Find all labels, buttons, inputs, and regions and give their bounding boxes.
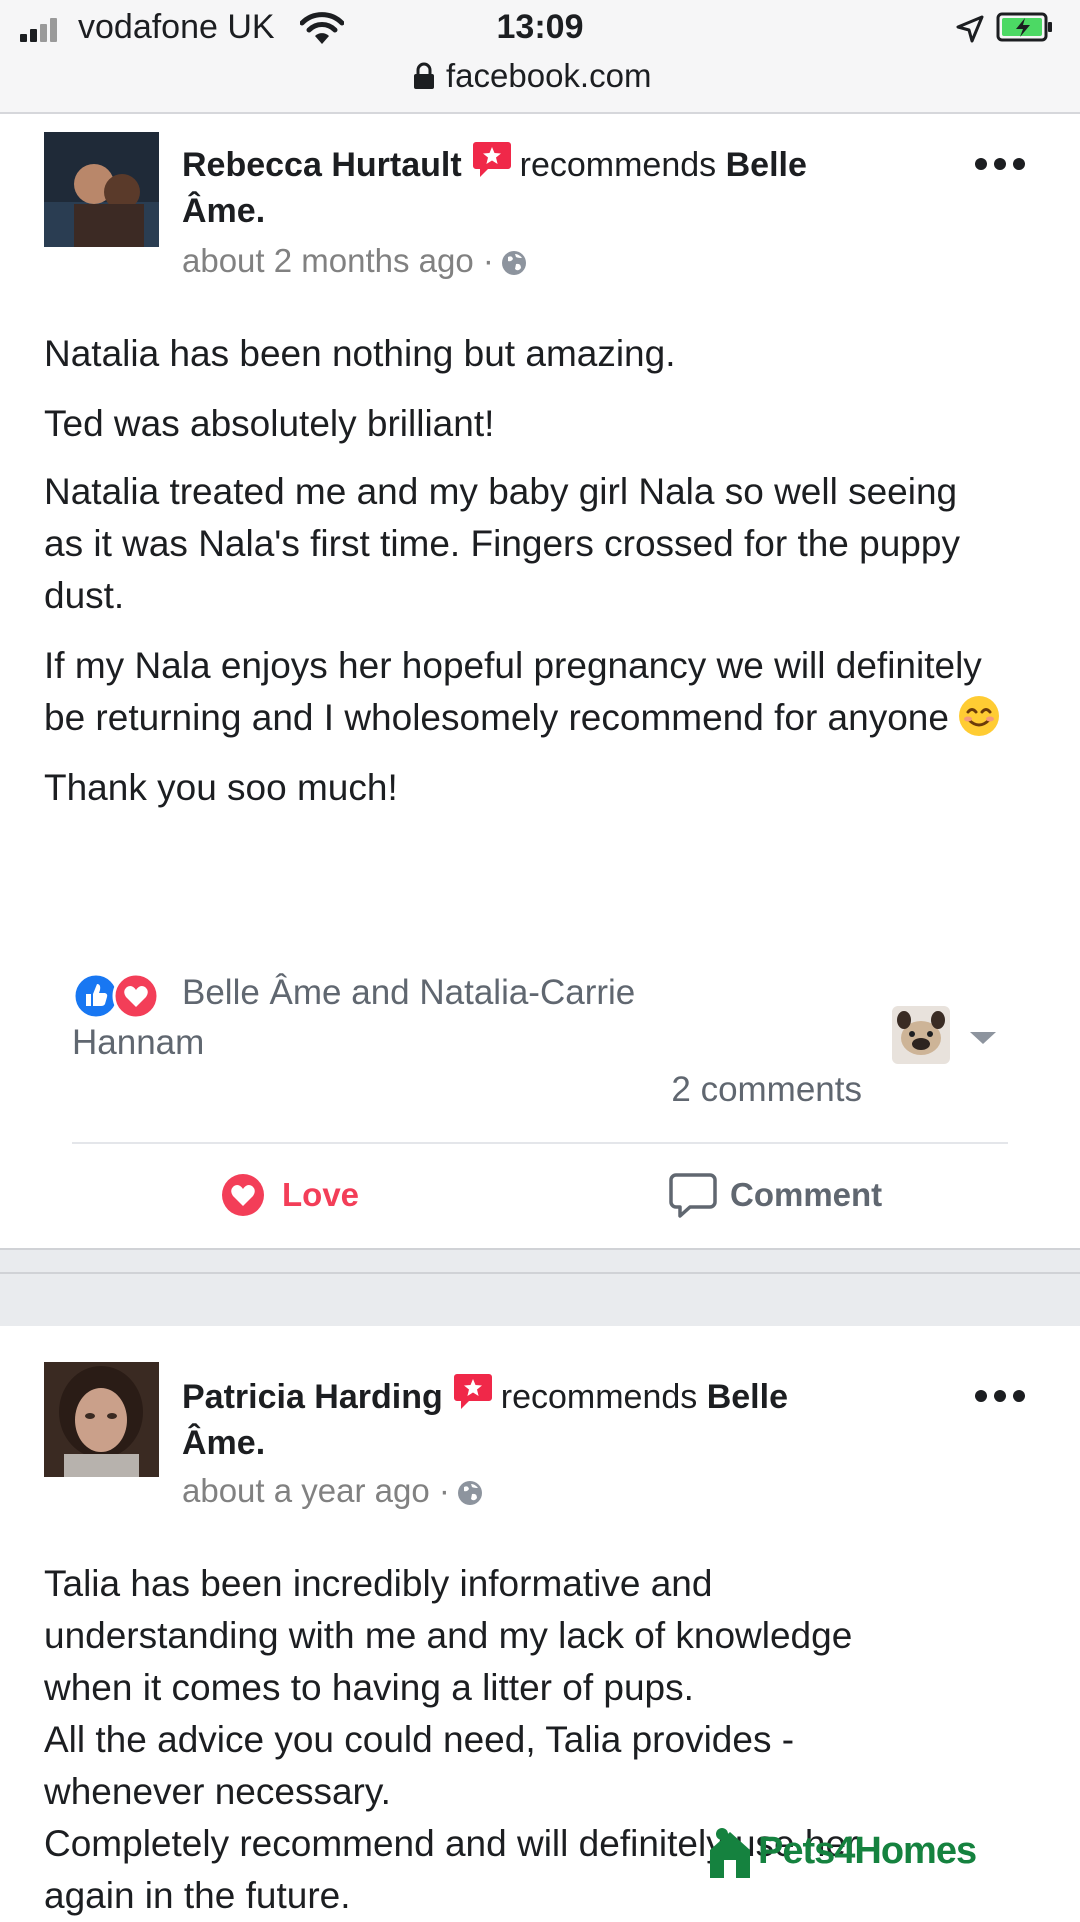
paragraph: If my Nala enjoys her hopeful pregnancy … <box>44 640 1014 744</box>
reactions-names[interactable]: Belle Âme and Natalia-Carrie <box>182 968 882 1018</box>
watermark-logo: Pets4Homes <box>706 1826 1026 1886</box>
comment-label: Comment <box>730 1176 883 1213</box>
comment-icon <box>669 1173 717 1218</box>
smiling-face-emoji-icon <box>958 696 999 736</box>
comments-count[interactable]: 2 comments <box>671 1070 862 1110</box>
paragraph-text: If my Nala enjoys her hopeful pregnancy … <box>44 645 982 738</box>
location-arrow-icon <box>956 15 984 43</box>
clock: 13:09 <box>496 8 584 46</box>
post-body: Natalia has been nothing but amazing. Te… <box>44 328 1034 832</box>
love-label: Love <box>282 1176 360 1213</box>
battery-charging-icon <box>996 12 1052 42</box>
reactions-names-cont[interactable]: Hannam <box>72 1018 204 1068</box>
like-love-reaction-icons <box>72 972 160 1020</box>
chevron-down-icon[interactable] <box>970 1032 996 1044</box>
page-name[interactable]: Belle <box>707 1378 788 1416</box>
text-line: All the advice you could need, Talia pro… <box>44 1719 795 1760</box>
paragraph: Natalia has been nothing but amazing. <box>44 333 676 374</box>
post-time[interactable]: about a year ago · <box>182 1472 450 1509</box>
paragraph: Thank you soo much! <box>44 767 398 808</box>
reactor-avatar[interactable] <box>892 1006 950 1064</box>
recommendation-icon <box>453 1372 493 1410</box>
paragraph: Natalia treated me and my baby girl Nala… <box>44 471 960 616</box>
divider <box>72 1142 1008 1144</box>
post-header: Patricia Harding recommends Belle Âme. <box>182 1372 962 1466</box>
globe-icon <box>501 251 526 275</box>
avatar[interactable] <box>44 1362 159 1477</box>
watermark-text: Pets4Homes <box>758 1830 977 1872</box>
status-bar: vodafone UK 13:09 facebook.com <box>0 0 1080 114</box>
recommendation-icon <box>472 140 512 178</box>
page-name[interactable]: Belle <box>726 146 807 184</box>
avatar[interactable] <box>44 132 159 247</box>
more-options-icon[interactable] <box>975 1390 1027 1406</box>
url-bar[interactable]: facebook.com <box>446 57 651 95</box>
verb: recommends <box>500 1378 698 1416</box>
author-name[interactable]: Patricia Harding <box>182 1378 443 1416</box>
author-name[interactable]: Rebecca Hurtault <box>182 146 462 184</box>
verb: recommends <box>519 146 717 184</box>
globe-icon <box>457 1481 482 1505</box>
love-icon <box>222 1174 264 1216</box>
text-line: understanding with me and my lack of kno… <box>44 1615 853 1656</box>
post-meta: about 2 months ago · <box>182 242 528 280</box>
page-name-cont[interactable]: Âme. <box>182 192 265 230</box>
page-name-cont[interactable]: Âme. <box>182 1424 265 1462</box>
more-options-icon[interactable] <box>975 158 1027 174</box>
post-meta: about a year ago · <box>182 1472 484 1510</box>
text-line: whenever necessary. <box>44 1771 391 1812</box>
text-line: Talia has been incredibly informative an… <box>44 1563 713 1604</box>
post-header: Rebecca Hurtault recommends Belle Âme. <box>182 140 962 234</box>
post-time[interactable]: about 2 months ago · <box>182 242 494 279</box>
paragraph: Ted was absolutely brilliant! <box>44 403 495 444</box>
lock-icon <box>414 62 434 89</box>
text-line: when it comes to having a litter of pups… <box>44 1667 694 1708</box>
house-pet-logo-icon <box>710 1828 750 1878</box>
feed-separator <box>0 1248 1080 1326</box>
